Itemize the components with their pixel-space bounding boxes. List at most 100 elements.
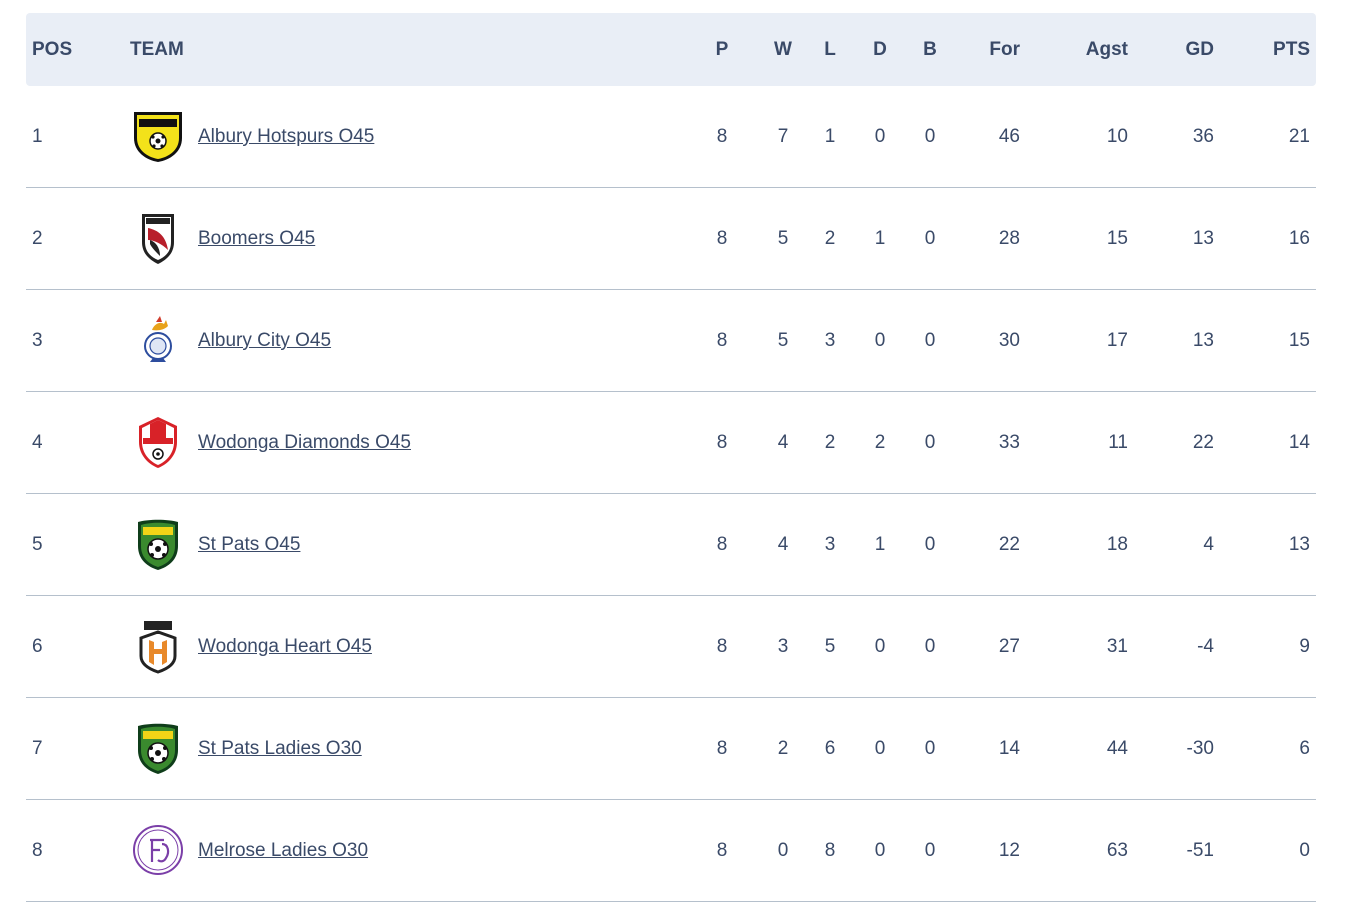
drawn-cell: 1 [874, 228, 886, 249]
lost-cell: 8 [824, 840, 836, 861]
won-cell: 4 [777, 432, 789, 453]
played-cell: 8 [716, 636, 728, 657]
lost-cell: 5 [824, 636, 836, 657]
team-link[interactable]: St Pats Ladies O30 [198, 698, 362, 799]
drawn-cell: 1 [874, 534, 886, 555]
pos-cell: 6 [32, 636, 43, 657]
lost-cell: 2 [824, 432, 836, 453]
for-cell: 46 [998, 126, 1020, 147]
for-cell: 28 [998, 228, 1020, 249]
wodonga-heart-logo-icon[interactable] [130, 618, 186, 674]
col-header-drawn[interactable]: D [860, 13, 900, 86]
byes-cell: 0 [924, 228, 936, 249]
byes-cell: 0 [924, 840, 936, 861]
points-cell: 21 [1288, 126, 1310, 147]
byes-cell: 0 [924, 330, 936, 351]
team-link[interactable]: Albury City O45 [198, 290, 331, 391]
byes-cell: 0 [924, 534, 936, 555]
played-cell: 8 [716, 534, 728, 555]
goal-difference-cell: -30 [1186, 738, 1214, 759]
goal-difference-cell: 13 [1192, 228, 1214, 249]
won-cell: 5 [777, 228, 789, 249]
pos-cell: 2 [32, 228, 43, 249]
team-link[interactable]: Wodonga Heart O45 [198, 596, 372, 697]
table-row: 4 Wodonga Diamonds O45 8 4 2 2 0 33 11 22 14 [26, 392, 1316, 494]
against-cell: 44 [1106, 738, 1128, 759]
table-row: 5 St Pats O45 8 4 3 1 0 22 18 4 13 [26, 494, 1316, 596]
against-cell: 10 [1106, 126, 1128, 147]
pos-cell: 4 [32, 432, 43, 453]
col-header-pos[interactable]: POS [32, 13, 72, 86]
st-pats-logo-icon[interactable] [130, 516, 186, 572]
team-link[interactable]: St Pats O45 [198, 494, 300, 595]
won-cell: 5 [777, 330, 789, 351]
table-row: 3 Albury City O45 8 5 3 0 0 30 17 13 15 [26, 290, 1316, 392]
played-cell: 8 [716, 228, 728, 249]
goal-difference-cell: -51 [1186, 840, 1214, 861]
won-cell: 4 [777, 534, 789, 555]
wodonga-diamonds-logo-icon[interactable] [130, 414, 186, 470]
lost-cell: 6 [824, 738, 836, 759]
table-row: 1 Albury Hotspurs O45 8 7 1 0 0 46 10 36 21 [26, 86, 1316, 188]
played-cell: 8 [716, 738, 728, 759]
for-cell: 14 [998, 738, 1020, 759]
pos-cell: 7 [32, 738, 43, 759]
boomers-logo-icon[interactable] [130, 210, 186, 266]
drawn-cell: 0 [874, 840, 886, 861]
points-cell: 13 [1288, 534, 1310, 555]
points-cell: 6 [1299, 738, 1310, 759]
played-cell: 8 [716, 330, 728, 351]
goal-difference-cell: 4 [1203, 534, 1214, 555]
team-link[interactable]: Wodonga Diamonds O45 [198, 392, 411, 493]
points-cell: 0 [1299, 840, 1310, 861]
drawn-cell: 2 [874, 432, 886, 453]
table-body: 1 Albury Hotspurs O45 8 7 1 0 0 46 10 36 21 2 Boomer… [26, 86, 1316, 902]
col-header-won[interactable]: W [763, 13, 803, 86]
col-header-played[interactable]: P [702, 13, 742, 86]
goal-difference-cell: 13 [1192, 330, 1214, 351]
drawn-cell: 0 [874, 330, 886, 351]
against-cell: 31 [1106, 636, 1128, 657]
team-link[interactable]: Boomers O45 [198, 188, 315, 289]
table-row: 2 Boomers O45 8 5 2 1 0 28 15 13 16 [26, 188, 1316, 290]
table-row: 8 Melrose Ladies O30 8 0 8 0 0 12 63 -51 0 [26, 800, 1316, 902]
for-cell: 22 [998, 534, 1020, 555]
col-header-goal-difference[interactable]: GD [1154, 13, 1215, 86]
won-cell: 3 [777, 636, 789, 657]
col-header-points[interactable]: PTS [1252, 13, 1310, 86]
team-link[interactable]: Melrose Ladies O30 [198, 800, 368, 901]
team-link[interactable]: Albury Hotspurs O45 [198, 86, 374, 187]
for-cell: 27 [998, 636, 1020, 657]
table-row: 6 Wodonga Heart O45 8 3 5 0 0 27 31 -4 9 [26, 596, 1316, 698]
lost-cell: 2 [824, 228, 836, 249]
won-cell: 7 [777, 126, 789, 147]
goal-difference-cell: 22 [1192, 432, 1214, 453]
col-header-team[interactable]: TEAM [130, 13, 184, 86]
pos-cell: 3 [32, 330, 43, 351]
pos-cell: 8 [32, 840, 43, 861]
col-header-for[interactable]: For [964, 13, 1020, 86]
points-cell: 16 [1288, 228, 1310, 249]
drawn-cell: 0 [874, 738, 886, 759]
points-cell: 14 [1288, 432, 1310, 453]
lost-cell: 3 [824, 330, 836, 351]
drawn-cell: 0 [874, 636, 886, 657]
melrose-logo-icon[interactable] [130, 822, 186, 878]
for-cell: 33 [998, 432, 1020, 453]
against-cell: 18 [1106, 534, 1128, 555]
col-header-against[interactable]: Agst [1066, 13, 1128, 86]
albury-city-logo-icon[interactable] [130, 312, 186, 368]
goal-difference-cell: 36 [1192, 126, 1214, 147]
albury-hotspurs-logo-icon[interactable] [130, 108, 186, 164]
col-header-lost[interactable]: L [810, 13, 850, 86]
table-row: 7 St Pats Ladies O30 8 2 6 0 0 14 44 -30 6 [26, 698, 1316, 800]
played-cell: 8 [716, 840, 728, 861]
points-cell: 9 [1299, 636, 1310, 657]
pos-cell: 1 [32, 126, 43, 147]
won-cell: 2 [777, 738, 789, 759]
byes-cell: 0 [924, 636, 936, 657]
st-pats-logo-icon[interactable] [130, 720, 186, 776]
col-header-byes[interactable]: B [910, 13, 950, 86]
byes-cell: 0 [924, 432, 936, 453]
goal-difference-cell: -4 [1197, 636, 1214, 657]
